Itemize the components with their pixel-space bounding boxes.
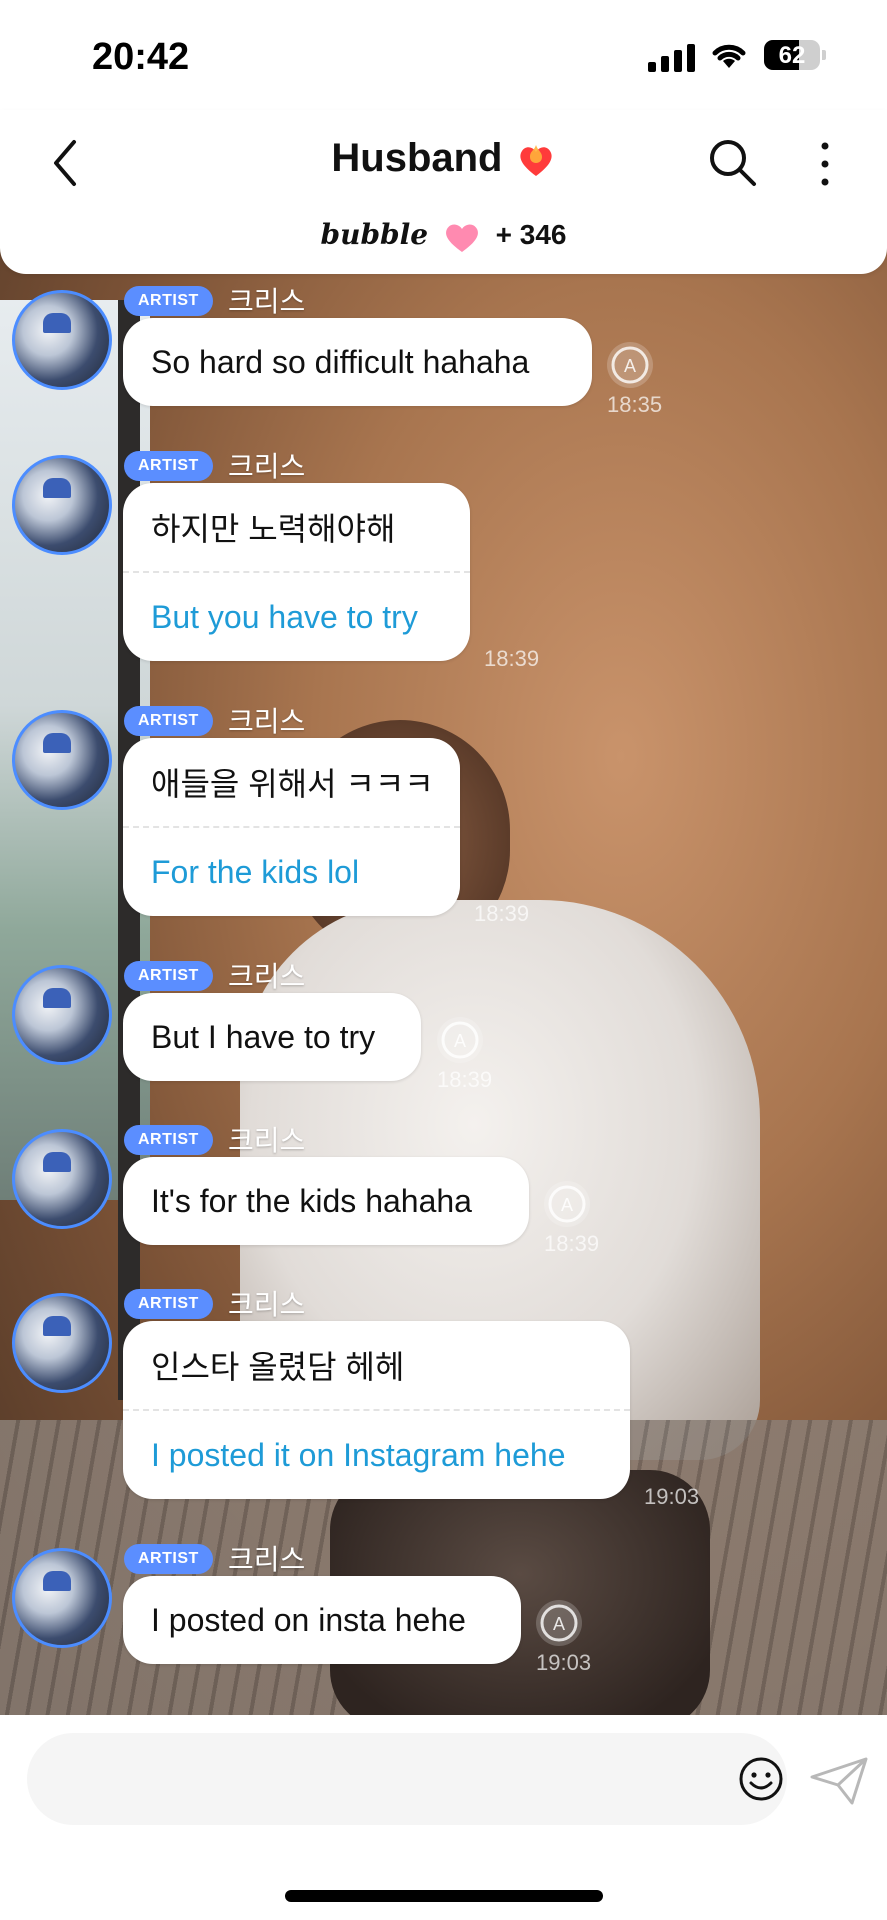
artist-avatar[interactable]	[12, 290, 112, 390]
send-icon[interactable]	[808, 1755, 870, 1807]
sender-name: 크리스	[228, 451, 306, 482]
message-bubble[interactable]: 애들을 위해서 ㅋㅋㅋ For the kids lol	[123, 738, 460, 916]
artist-badge: ARTIST	[124, 451, 213, 481]
chat-title-text: Husband	[331, 136, 503, 180]
message-text: 인스타 올렸담 헤헤	[151, 1349, 405, 1385]
message-time: 18:35	[607, 392, 663, 417]
message-input[interactable]	[27, 1733, 787, 1825]
sender-name: 크리스	[228, 706, 306, 737]
message-text: 하지만 노력해야해	[151, 511, 396, 547]
translation-text: But you have to try	[123, 571, 470, 661]
auto-translate-icon[interactable]: A	[437, 1017, 483, 1063]
svg-text:A: A	[454, 1031, 466, 1051]
artist-badge: ARTIST	[124, 961, 213, 991]
artist-avatar[interactable]	[12, 965, 112, 1065]
sender-name: 크리스	[228, 1289, 306, 1320]
message-bubble[interactable]: I posted on insta hehe	[123, 1576, 521, 1664]
message-text: I posted on insta hehe	[151, 1601, 466, 1638]
svg-text:A: A	[561, 1195, 573, 1215]
subscriber-count: + 346	[495, 219, 567, 250]
search-icon[interactable]	[706, 136, 758, 188]
artist-badge: ARTIST	[124, 706, 213, 736]
message-bubble[interactable]: But I have to try	[123, 993, 421, 1081]
artist-badge: ARTIST	[124, 1544, 213, 1574]
artist-badge: ARTIST	[124, 286, 213, 316]
message-time: 18:39	[544, 1231, 600, 1256]
svg-text:A: A	[624, 356, 636, 376]
message-time: 18:39	[474, 901, 530, 926]
sender-name: 크리스	[228, 961, 306, 992]
message-bubble[interactable]: So hard so difficult hahaha	[123, 318, 592, 406]
artist-avatar[interactable]	[12, 1548, 112, 1648]
artist-avatar[interactable]	[12, 455, 112, 555]
sender-name: 크리스	[228, 286, 306, 317]
auto-translate-icon[interactable]: A	[544, 1181, 590, 1227]
message-time: 18:39	[484, 646, 540, 671]
message-time: 18:39	[437, 1067, 493, 1092]
home-indicator[interactable]	[285, 1890, 603, 1902]
artist-avatar[interactable]	[12, 1129, 112, 1229]
message-bubble[interactable]: 하지만 노력해야해 But you have to try	[123, 483, 470, 661]
emoji-icon[interactable]	[737, 1755, 785, 1803]
auto-translate-icon[interactable]: A	[607, 342, 653, 388]
message-text: But I have to try	[151, 1018, 376, 1055]
artist-badge: ARTIST	[124, 1125, 213, 1155]
burning-heart-icon	[520, 145, 552, 177]
chat-header: Husband bubble + 346	[0, 110, 887, 274]
pink-heart-icon	[445, 224, 478, 252]
message-text: It's for the kids hahaha	[151, 1182, 472, 1219]
message-bubble[interactable]: 인스타 올렸담 헤헤 I posted it on Instagram hehe	[123, 1321, 630, 1499]
svg-text:A: A	[553, 1614, 565, 1634]
more-vertical-icon[interactable]	[815, 138, 835, 190]
artist-avatar[interactable]	[12, 1293, 112, 1393]
translation-text: For the kids lol	[123, 826, 460, 916]
subscription-info: bubble + 346	[0, 218, 887, 254]
sender-name: 크리스	[228, 1125, 306, 1156]
auto-translate-icon[interactable]: A	[536, 1600, 582, 1646]
message-time: 19:03	[536, 1650, 592, 1675]
message-bubble[interactable]: It's for the kids hahaha	[123, 1157, 529, 1245]
artist-badge: ARTIST	[124, 1289, 213, 1319]
message-text: So hard so difficult hahaha	[151, 343, 530, 380]
bubble-brand: bubble	[320, 218, 429, 251]
message-text: 애들을 위해서 ㅋㅋㅋ	[151, 766, 434, 802]
artist-avatar[interactable]	[12, 710, 112, 810]
message-time: 19:03	[644, 1484, 700, 1509]
translation-text: I posted it on Instagram hehe	[123, 1409, 630, 1499]
sender-name: 크리스	[228, 1544, 306, 1575]
